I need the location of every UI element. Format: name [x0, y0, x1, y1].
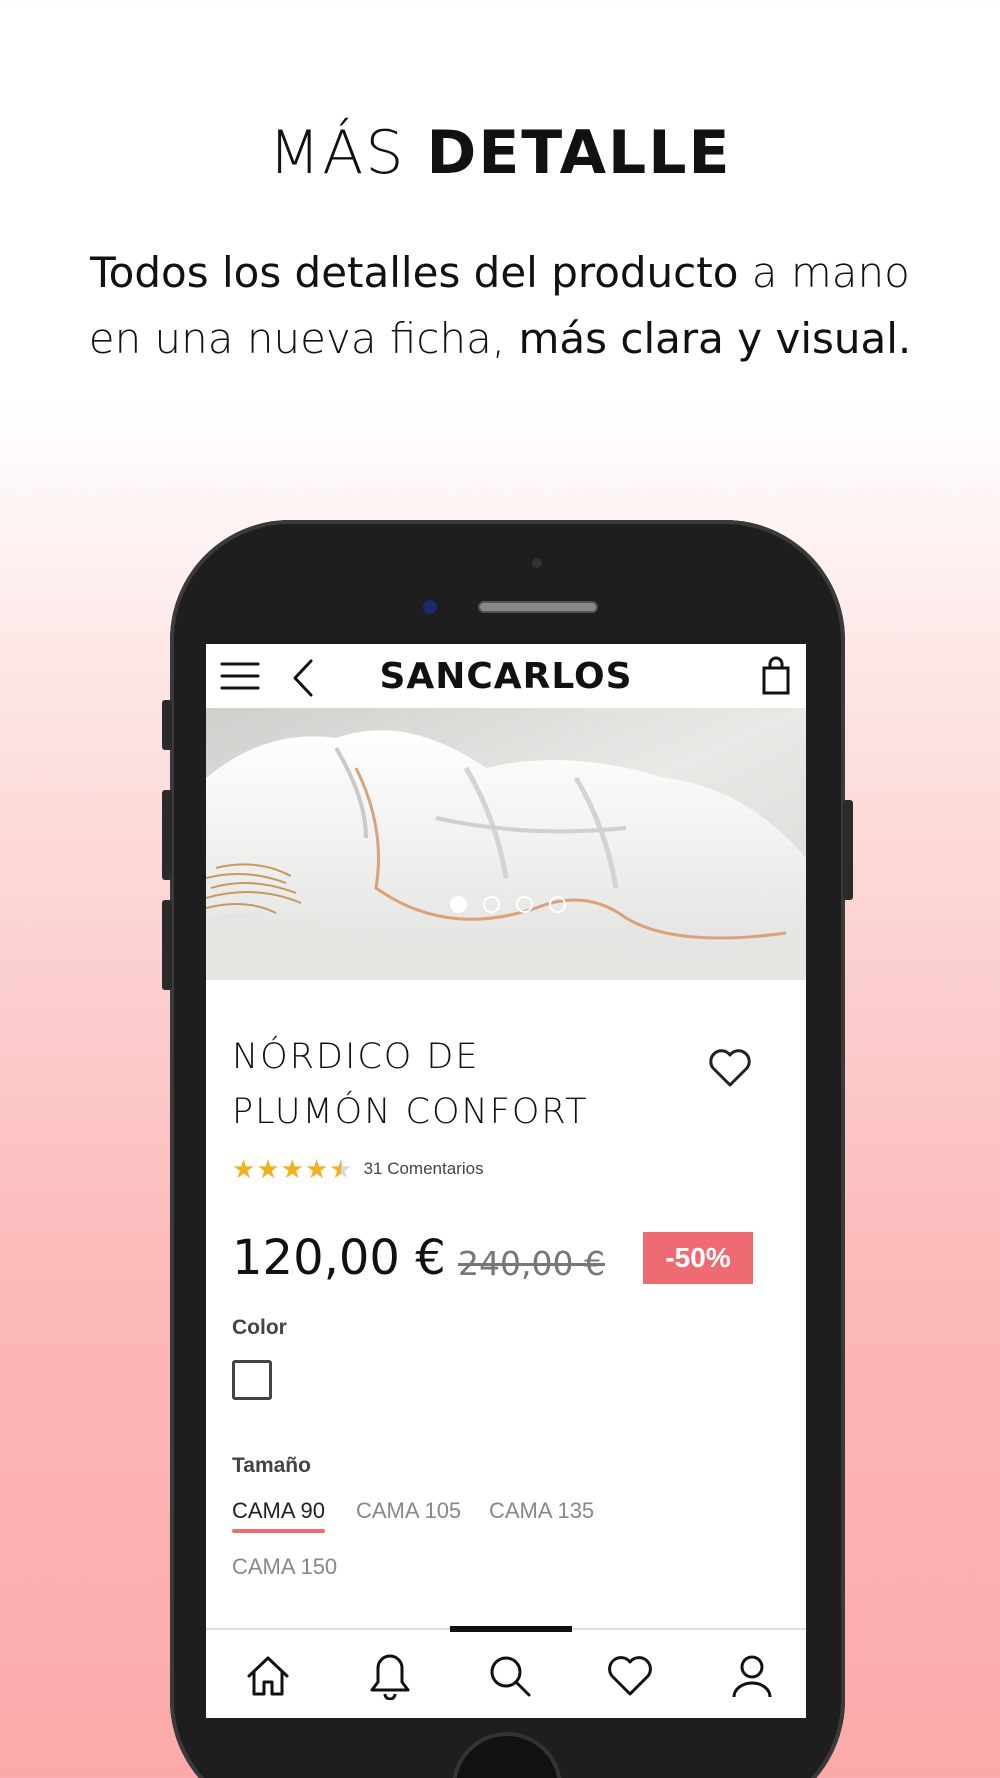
phone-mute-button: [162, 700, 172, 750]
discount-badge: -50%: [643, 1232, 753, 1284]
active-tab-indicator: [450, 1626, 572, 1632]
heart-icon[interactable]: [600, 1648, 660, 1704]
gallery-dot[interactable]: [483, 896, 500, 913]
gallery-dot-active[interactable]: [450, 896, 467, 913]
original-price: 240,00 €: [458, 1244, 605, 1283]
star-icon: ★: [232, 1154, 256, 1184]
current-price: 120,00 €: [232, 1230, 446, 1286]
phone-sensor: [532, 558, 542, 568]
subheadline-bold-1: Todos los detalles del producto: [90, 248, 739, 297]
product-title-line2: PLUMÓN CONFORT: [232, 1092, 589, 1132]
user-icon[interactable]: [722, 1648, 782, 1704]
size-option[interactable]: CAMA 135: [489, 1498, 594, 1524]
phone-speaker: [478, 601, 598, 613]
bag-icon[interactable]: [758, 654, 794, 698]
bottom-navigation: [206, 1626, 806, 1718]
phone-volume-up-button: [162, 790, 172, 880]
color-swatch-white[interactable]: [232, 1360, 272, 1400]
rating-stars: ★ ★ ★ ★ ★: [232, 1156, 354, 1182]
product-image[interactable]: [206, 708, 806, 980]
star-icon: ★: [280, 1154, 304, 1184]
promo-subheadline: Todos los detalles del producto a mano e…: [60, 240, 940, 372]
phone-camera: [423, 600, 437, 614]
star-half-icon: ★: [329, 1154, 353, 1184]
gallery-dot[interactable]: [516, 896, 533, 913]
comments-count[interactable]: 31 Comentarios: [364, 1159, 484, 1179]
phone-power-button: [843, 800, 853, 900]
gallery-dot[interactable]: [549, 896, 566, 913]
phone-volume-down-button: [162, 900, 172, 990]
brand-logo[interactable]: SANCARLOS: [206, 656, 806, 697]
star-icon: ★: [256, 1154, 280, 1184]
gallery-pagination: [450, 896, 566, 913]
size-label: Tamaño: [232, 1454, 311, 1477]
favorite-heart-icon[interactable]: [706, 1046, 754, 1090]
app-topbar: SANCARLOS: [206, 644, 806, 708]
product-title-line1: NÓRDICO DE: [232, 1037, 480, 1077]
search-icon[interactable]: [480, 1648, 540, 1704]
bell-icon[interactable]: [360, 1648, 420, 1704]
size-option[interactable]: CAMA 105: [356, 1498, 461, 1524]
color-label: Color: [232, 1316, 287, 1339]
product-title: NÓRDICO DE PLUMÓN CONFORT: [232, 1030, 652, 1140]
headline-bold: DETALLE: [426, 118, 732, 188]
product-rating[interactable]: ★ ★ ★ ★ ★ 31 Comentarios: [232, 1156, 484, 1182]
app-screen: SANCARLOS NÓRDICO DE PLUMÓN CONFORT ★ ★ …: [206, 644, 806, 1718]
duvet-illustration: [206, 708, 806, 980]
size-option[interactable]: CAMA 150: [232, 1554, 337, 1580]
subheadline-light-1: a mano: [738, 248, 910, 297]
star-icon: ★: [304, 1154, 329, 1184]
headline-light: MÁS: [268, 118, 406, 188]
size-option[interactable]: CAMA 90: [232, 1498, 325, 1533]
subheadline-light-2: en una nueva ficha,: [88, 314, 519, 363]
promo-headline: MÁS DETALLE: [0, 118, 1000, 188]
home-icon[interactable]: [238, 1648, 298, 1704]
subheadline-bold-2: más clara y visual.: [518, 314, 912, 363]
